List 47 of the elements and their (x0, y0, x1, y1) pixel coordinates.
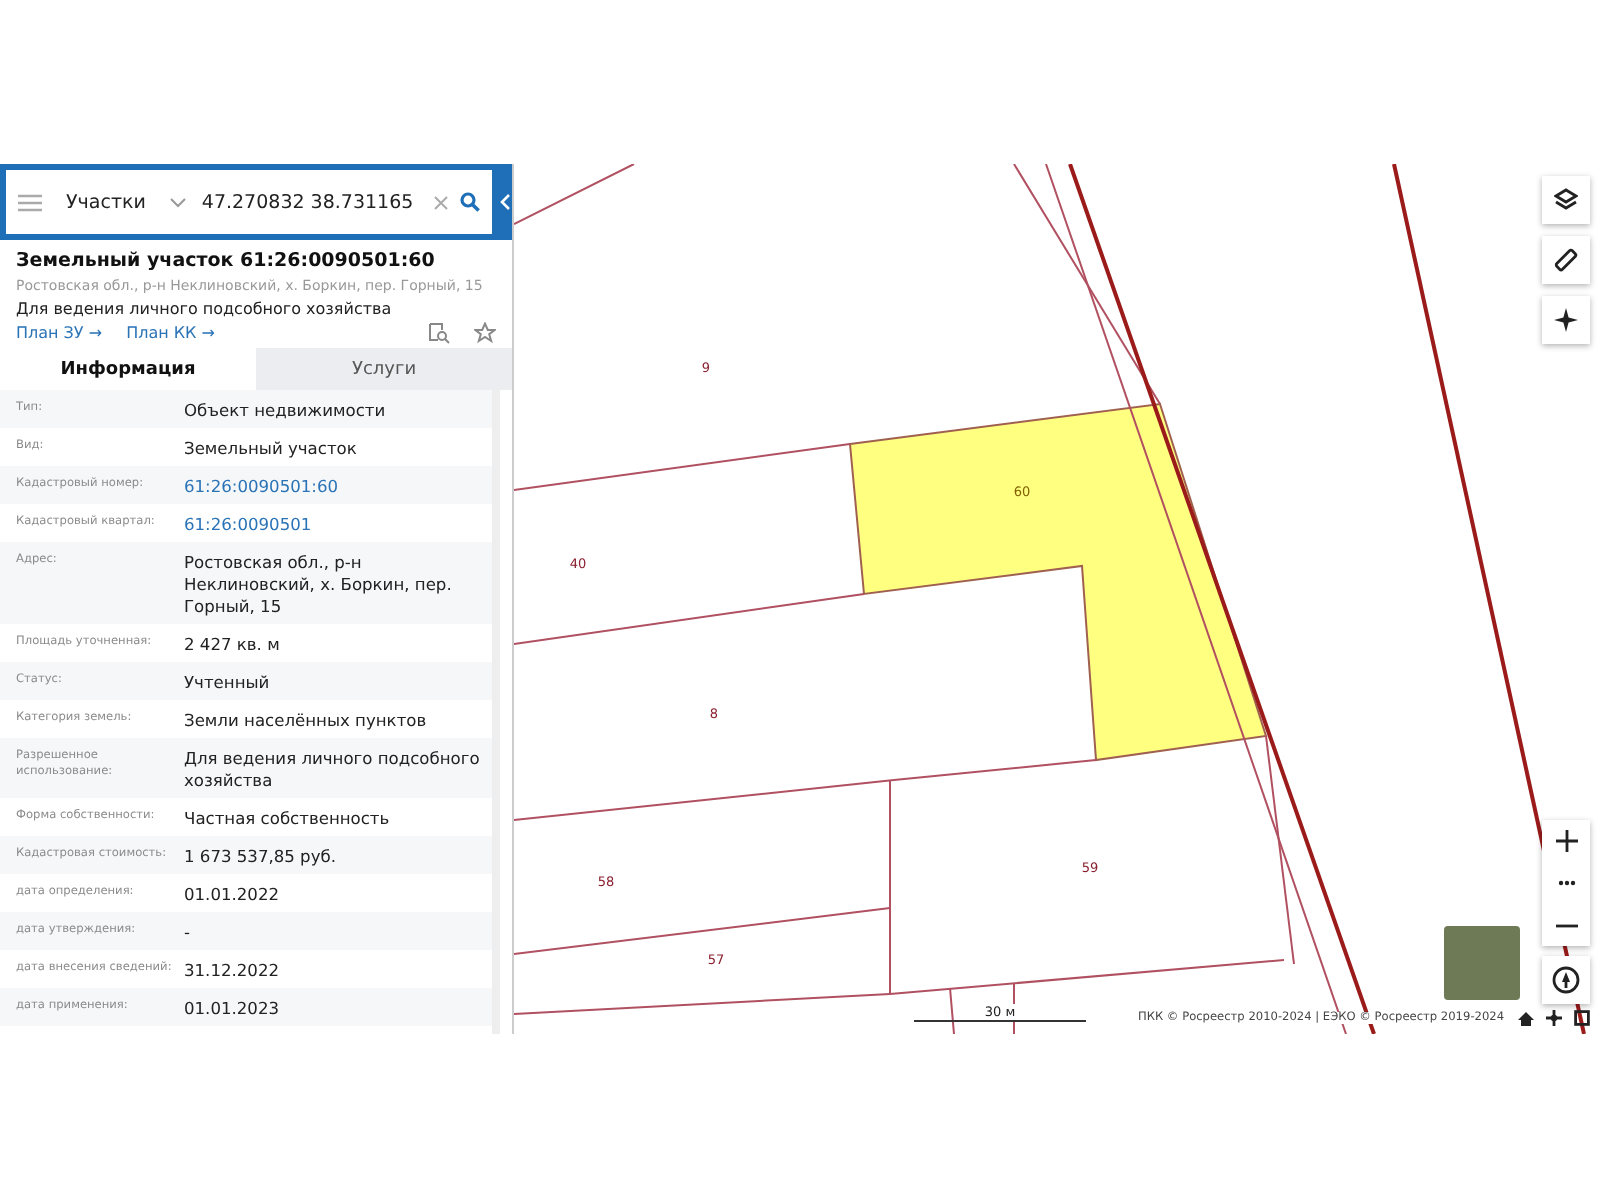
parcel-boundary (514, 164, 635, 225)
sparkle-icon (1554, 308, 1578, 332)
search-icon[interactable] (460, 192, 480, 212)
fullscreen-icon[interactable] (1574, 1010, 1590, 1026)
satellite-thumbnail[interactable] (1444, 926, 1520, 1000)
dots-icon (1557, 880, 1575, 886)
ruler-icon (1554, 248, 1578, 272)
search-input[interactable]: 47.270832 38.731165 (201, 191, 422, 213)
zoom-in-button[interactable] (1542, 820, 1590, 862)
property-value: 01.01.2022 (184, 884, 280, 906)
property-value: Земли населённых пунктов (184, 710, 427, 732)
plan-link[interactable]: План ЗУ → (16, 324, 103, 342)
property-value: Учтенный (184, 672, 270, 694)
compass-button[interactable] (1542, 956, 1590, 1004)
locate-button[interactable] (1542, 296, 1590, 344)
zoom-out-button[interactable] (1542, 904, 1590, 946)
plan-link[interactable]: План КК → (126, 324, 215, 342)
layers-icon (1554, 188, 1578, 212)
property-value: Частная собственность (184, 808, 390, 830)
tab[interactable]: Услуги (256, 348, 512, 390)
star-icon[interactable] (474, 322, 496, 344)
property-value: Ростовская обл., р-н Неклиновский, х. Боркин, пер. Горный, 15 (184, 552, 454, 618)
cadastral-link[interactable]: 61:26:0090501 (184, 514, 312, 536)
property-value: Для ведения личного подсобного хозяйства (184, 748, 482, 792)
property-value: 2 427 кв. м (184, 634, 280, 656)
property-value: - (184, 922, 190, 944)
compass-icon (1552, 966, 1580, 994)
minus-icon (1555, 923, 1577, 927)
object-purpose: Для ведения личного подсобного хозяйства (16, 300, 394, 318)
object-title: Земельный участок 61:26:0090501:60 (16, 250, 437, 272)
property-value: Земельный участок (184, 438, 357, 460)
selected-parcel[interactable] (848, 402, 1268, 762)
plus-icon (1555, 830, 1577, 852)
layers-button[interactable] (1542, 176, 1590, 224)
cadastral-link[interactable]: 61:26:0090501:60 (184, 476, 339, 498)
home-icon[interactable] (1518, 1011, 1534, 1025)
crosshair-icon[interactable] (1546, 1010, 1562, 1026)
layer-dropdown[interactable]: Участки (54, 189, 190, 215)
property-value: Объект недвижимости (184, 400, 386, 422)
property-value: 1 673 537,85 руб. (184, 846, 336, 868)
ruler-button[interactable] (1542, 236, 1590, 284)
chevron-down-icon (169, 197, 186, 207)
search-field[interactable]: Участки 47.270832 38.731165 (6, 170, 492, 234)
chevron-left-icon (499, 194, 509, 210)
property-value: 01.01.2023 (184, 998, 280, 1020)
property-value: 31.12.2022 (184, 960, 280, 982)
document-search-icon[interactable] (428, 322, 450, 344)
